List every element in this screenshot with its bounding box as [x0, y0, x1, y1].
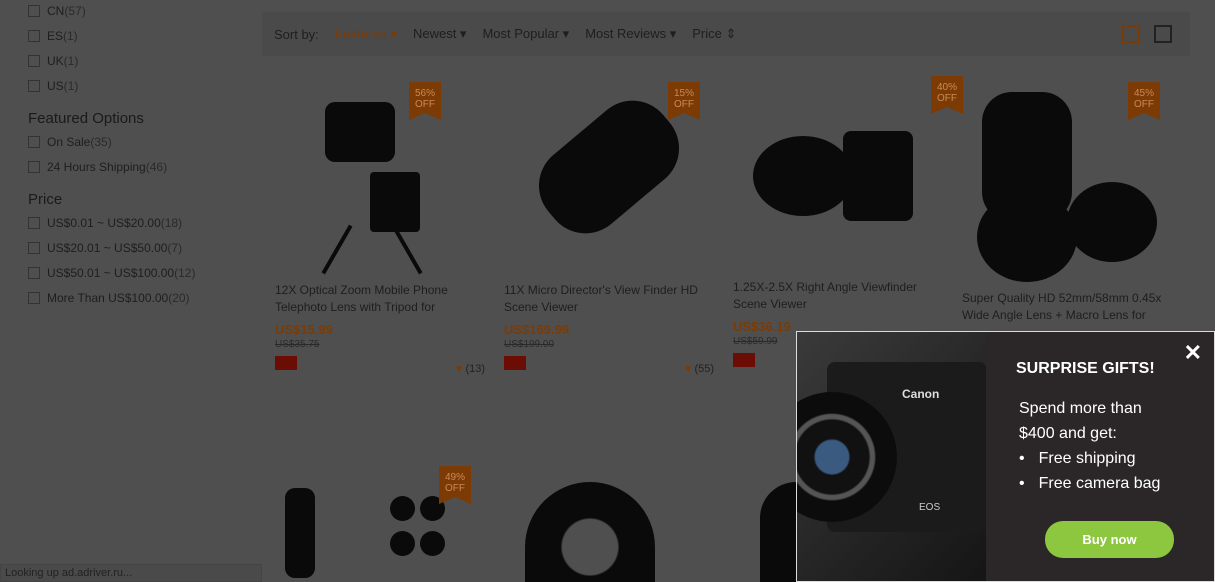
product-title[interactable]: Super Quality HD 52mm/58mm 0.45x Wide An… — [962, 290, 1172, 324]
surprise-gifts-popup: Canon EOS ✕ SURPRISE GIFTS! Spend more t… — [796, 331, 1215, 582]
filter-price-3[interactable]: US$50.01 ~ US$100.00 (12) — [28, 260, 248, 285]
filter-24h-shipping[interactable]: 24 Hours Shipping (46) — [28, 154, 248, 179]
close-icon[interactable]: ✕ — [1184, 340, 1202, 366]
product-price: US$15.99 — [275, 322, 333, 337]
filter-price-2[interactable]: US$20.01 ~ US$50.00 (7) — [28, 235, 248, 260]
product-card[interactable]: 15% OFF 11X Micro Director's View Finder … — [504, 82, 714, 375]
filter-label: 24 Hours Shipping — [47, 159, 146, 174]
camera-brand-logo: Canon — [902, 387, 940, 401]
china-flag-icon — [504, 356, 526, 370]
filter-label: CN — [47, 4, 65, 18]
product-image[interactable]: 49% OFF — [275, 466, 485, 582]
list-view-icon[interactable] — [1154, 25, 1172, 43]
product-title[interactable]: 11X Micro Director's View Finder HD Scen… — [504, 282, 714, 316]
discount-badge: 15% OFF — [668, 82, 700, 120]
filter-label: ES — [47, 28, 64, 43]
filter-on-sale[interactable]: On Sale (35) — [28, 129, 248, 154]
filter-count: (46) — [145, 159, 168, 174]
grid-view-icon[interactable] — [1122, 25, 1140, 43]
filter-count: (18) — [160, 215, 183, 230]
heart-icon: ♥ — [684, 363, 692, 375]
featured-options-heading: Featured Options — [28, 110, 144, 127]
sort-featured[interactable]: Featured ▾ — [335, 26, 397, 42]
filter-label: US$50.01 ~ US$100.00 — [47, 265, 175, 280]
filter-cn[interactable]: CN (57) — [28, 0, 248, 23]
product-image[interactable]: 40% OFF — [733, 76, 963, 279]
original-price: US$199.00 — [504, 339, 555, 350]
sort-most-popular[interactable]: Most Popular ▾ — [482, 26, 569, 42]
product-card[interactable]: 45% OFF Super Quality HD 52mm/58mm 0.45x … — [962, 82, 1172, 324]
sort-price[interactable]: Price ⇕ — [692, 26, 736, 42]
price-heading: Price — [28, 191, 63, 208]
filter-label: US — [47, 78, 64, 93]
browser-status-bar: Looking up ad.adriver.ru... — [0, 564, 262, 582]
filter-label: US$20.01 ~ US$50.00 — [47, 240, 168, 255]
product-title[interactable]: 12X Optical Zoom Mobile Phone Telephoto … — [275, 282, 485, 316]
filter-label: US$0.01 ~ US$20.00 — [47, 215, 161, 230]
discount-badge: 56% OFF — [409, 82, 441, 120]
sort-label: Sort by: — [274, 26, 319, 42]
heart-icon: ♥ — [455, 363, 463, 375]
sort-newest[interactable]: Newest ▾ — [413, 26, 467, 42]
sort-bar: Sort by: Featured ▾ Newest ▾ Most Popula… — [262, 12, 1190, 56]
product-image[interactable] — [760, 482, 796, 582]
filter-price-1[interactable]: US$0.01 ~ US$20.00 (18) — [28, 210, 248, 235]
filter-count: (57) — [64, 4, 86, 18]
product-card[interactable]: 49% OFF — [275, 466, 485, 582]
popup-text: Spend more than — [1019, 400, 1142, 417]
china-flag-icon — [733, 353, 755, 367]
discount-badge: 49% OFF — [439, 466, 471, 504]
filter-us[interactable]: US (1) — [28, 73, 248, 98]
filter-count: (7) — [167, 240, 183, 255]
gift-item: Free camera bag — [1019, 471, 1214, 496]
buy-now-button[interactable]: Buy now — [1045, 521, 1174, 558]
original-price: US$35.75 — [275, 339, 320, 350]
product-image[interactable]: 15% OFF — [504, 82, 714, 282]
filter-sidebar: CN (57) ES (1) UK (1) US (1) Featured Option… — [28, 0, 248, 310]
filter-label: On Sale — [47, 134, 91, 149]
gift-item: Free shipping — [1019, 446, 1214, 471]
filter-es[interactable]: ES (1) — [28, 23, 248, 48]
camera-image: Canon EOS — [797, 332, 986, 581]
discount-badge: 40% OFF — [931, 76, 963, 114]
product-image[interactable]: 56% OFF — [275, 82, 485, 282]
wishlist-button[interactable]: ♥ (13) — [456, 363, 485, 375]
china-flag-icon — [275, 356, 297, 370]
filter-label: More Than US$100.00 — [47, 290, 169, 305]
product-image[interactable] — [525, 482, 655, 582]
filter-count: (1) — [63, 53, 79, 68]
camera-model-logo: EOS — [919, 502, 941, 513]
filter-count: (1) — [63, 28, 78, 43]
filter-price-4[interactable]: More Than US$100.00 (20) — [28, 285, 248, 310]
product-card[interactable]: 56% OFF 12X Optical Zoom Mobile Phone Tel… — [275, 82, 485, 375]
product-card[interactable]: 40% OFF 1.25X-2.5X Right Angle Viewfinder… — [733, 76, 963, 372]
filter-count: (12) — [174, 265, 196, 280]
filter-count: (35) — [90, 134, 112, 149]
product-image[interactable]: 45% OFF — [962, 82, 1172, 290]
wishlist-button[interactable]: ♥ (55) — [685, 363, 714, 375]
discount-badge: 45% OFF — [1128, 82, 1160, 120]
filter-label: UK — [47, 53, 64, 68]
filter-count: (20) — [168, 290, 190, 305]
product-title[interactable]: 1.25X-2.5X Right Angle Viewfinder Scene … — [733, 279, 943, 313]
popup-text: $400 and get: — [1019, 425, 1117, 442]
sort-most-reviews[interactable]: Most Reviews ▾ — [585, 26, 676, 42]
filter-uk[interactable]: UK (1) — [28, 48, 248, 73]
product-price: US$169.99 — [504, 322, 570, 337]
filter-count: (1) — [63, 78, 79, 93]
